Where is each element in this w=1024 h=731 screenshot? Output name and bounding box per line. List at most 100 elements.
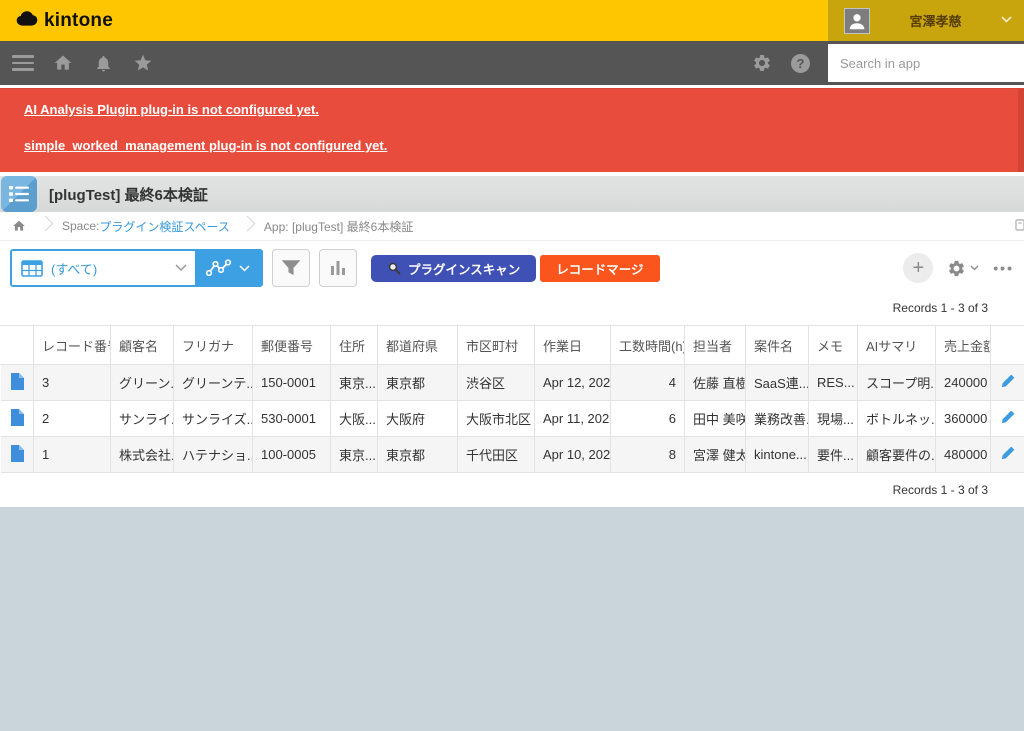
record-merge-button[interactable]: レコードマージ <box>540 255 659 282</box>
table-cell: 業務改善... <box>746 401 809 437</box>
table-cell: 240000 <box>936 365 991 401</box>
table-row[interactable]: 3グリーン...グリーンテ...150-0001東京...東京都渋谷区Apr 1… <box>1 365 1024 401</box>
table-cell: SaaS連... <box>746 365 809 401</box>
table-cell: 東京... <box>331 437 378 473</box>
app-title: [plugTest] 最終6本検証 <box>49 184 208 205</box>
column-header[interactable]: 住所 <box>331 326 378 365</box>
table-cell: 要件... <box>809 437 858 473</box>
breadcrumb-edge-icon[interactable] <box>1014 219 1024 236</box>
filter-icon[interactable] <box>272 249 310 287</box>
record-link-icon[interactable] <box>1 365 34 401</box>
help-icon[interactable]: ? <box>791 54 810 73</box>
banner-scrollbar[interactable] <box>1018 89 1024 172</box>
app-icon[interactable] <box>1 176 37 212</box>
breadcrumb-home-icon[interactable] <box>0 219 38 233</box>
record-doc-icon <box>10 445 24 462</box>
record-link-icon[interactable] <box>1 401 34 437</box>
table-cell: Apr 11, 2026 <box>535 401 611 437</box>
edit-record-button[interactable] <box>991 401 1024 437</box>
app-settings-gear-icon[interactable] <box>947 259 979 278</box>
column-header[interactable]: 郵便番号 <box>253 326 331 365</box>
search-input[interactable] <box>828 56 1024 71</box>
column-header[interactable]: 都道府県 <box>378 326 458 365</box>
column-header[interactable]: 案件名 <box>746 326 809 365</box>
hamburger-menu-icon[interactable] <box>10 50 36 76</box>
column-header[interactable]: 市区町村 <box>458 326 535 365</box>
table-cell: 4 <box>611 365 685 401</box>
user-avatar <box>844 8 870 34</box>
table-cell: 大阪府 <box>378 401 458 437</box>
table-cell: 150-0001 <box>253 365 331 401</box>
chart-icon[interactable] <box>319 249 357 287</box>
view-name: (すべて) <box>51 259 167 278</box>
plugin-scan-button[interactable]: プラグインスキャン <box>371 255 536 282</box>
record-merge-label: レコードマージ <box>556 259 643 278</box>
home-icon[interactable] <box>50 50 76 76</box>
app-header: [plugTest] 最終6本検証 <box>0 176 1024 212</box>
column-header[interactable]: 作業日 <box>535 326 611 365</box>
user-menu[interactable]: 宮澤孝慈 <box>828 0 1024 41</box>
logo-text: kintone <box>44 10 113 32</box>
record-list-content: (すべて) プラグインスキャン レコードマージ + <box>0 241 1024 507</box>
add-record-button[interactable]: + <box>903 253 933 283</box>
graph-view-toggle[interactable] <box>195 251 261 285</box>
table-row[interactable]: 2サンライ...サンライズ...530-0001大阪...大阪府大阪市北区Apr… <box>1 401 1024 437</box>
kintone-logo[interactable]: kintone <box>0 0 113 41</box>
column-header[interactable]: レコード番号 <box>34 326 111 365</box>
breadcrumb: Space: プラグイン検証スペース App: [plugTest] 最終6本検… <box>0 212 1024 241</box>
favorites-star-icon[interactable] <box>130 50 156 76</box>
topbar-spacer <box>113 0 828 41</box>
column-header[interactable]: メモ <box>809 326 858 365</box>
table-cell: 佐藤 直樹 <box>685 365 746 401</box>
view-chevron-down-icon <box>175 259 187 277</box>
table-cell: 8 <box>611 437 685 473</box>
table-header-row: レコード番号顧客名フリガナ郵便番号住所都道府県市区町村作業日工数時間(h)担当者… <box>1 326 1024 365</box>
table-cell: 東京都 <box>378 437 458 473</box>
table-cell: グリーン... <box>111 365 174 401</box>
column-header[interactable]: AIサマリ <box>858 326 936 365</box>
edit-record-button[interactable] <box>991 365 1024 401</box>
record-doc-icon <box>10 373 24 390</box>
breadcrumb-space-link[interactable]: プラグイン検証スペース <box>99 218 230 235</box>
table-cell: 大阪市北区 <box>458 401 535 437</box>
cloud-logo-icon <box>14 7 40 34</box>
records-count-top: Records 1 - 3 of 3 <box>0 295 1024 325</box>
table-cell: 2 <box>34 401 111 437</box>
alert-link-ai-analysis[interactable]: AI Analysis Plugin plug-in is not config… <box>24 102 319 117</box>
table-view-icon <box>21 260 43 277</box>
edit-pencil-icon <box>1000 445 1016 461</box>
edit-pencil-icon <box>1000 373 1016 389</box>
table-cell: 渋谷区 <box>458 365 535 401</box>
table-row[interactable]: 1株式会社...ハテナショ...100-0005東京...東京都千代田区Apr … <box>1 437 1024 473</box>
table-cell: 3 <box>34 365 111 401</box>
app-search <box>828 44 1024 82</box>
table-cell: 株式会社... <box>111 437 174 473</box>
table-cell: グリーンテ... <box>174 365 253 401</box>
line-chart-icon <box>206 259 232 277</box>
column-header[interactable]: 売上金額 <box>936 326 991 365</box>
edit-record-button[interactable] <box>991 437 1024 473</box>
column-header[interactable]: 担当者 <box>685 326 746 365</box>
record-link-icon[interactable] <box>1 437 34 473</box>
table-cell: 360000 <box>936 401 991 437</box>
page-background <box>0 507 1024 731</box>
notifications-bell-icon[interactable] <box>90 50 116 76</box>
column-header[interactable] <box>1 326 34 365</box>
alert-link-simple-worked[interactable]: simple_worked_management plug-in is not … <box>24 138 387 153</box>
table-cell: ボトルネッ... <box>858 401 936 437</box>
record-doc-icon <box>10 409 24 426</box>
view-selector-current[interactable]: (すべて) <box>12 251 195 285</box>
settings-gear-icon[interactable] <box>749 50 775 76</box>
column-header[interactable]: フリガナ <box>174 326 253 365</box>
table-cell: 東京都 <box>378 365 458 401</box>
top-bar: kintone 宮澤孝慈 <box>0 0 1024 41</box>
records-table: レコード番号顧客名フリガナ郵便番号住所都道府県市区町村作業日工数時間(h)担当者… <box>0 325 1024 473</box>
column-header[interactable] <box>991 326 1024 365</box>
more-options-icon[interactable]: ••• <box>993 260 1014 276</box>
table-cell: スコープ明... <box>858 365 936 401</box>
column-header[interactable]: 工数時間(h) <box>611 326 685 365</box>
table-cell: 大阪... <box>331 401 378 437</box>
table-cell: 顧客要件の... <box>858 437 936 473</box>
table-cell: 田中 美咲 <box>685 401 746 437</box>
column-header[interactable]: 顧客名 <box>111 326 174 365</box>
